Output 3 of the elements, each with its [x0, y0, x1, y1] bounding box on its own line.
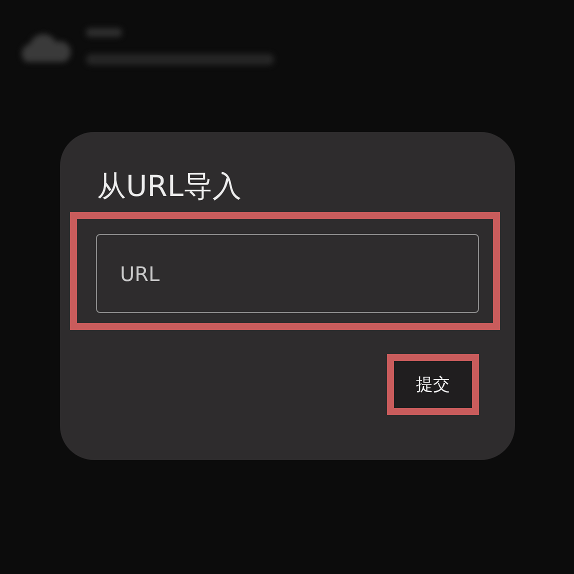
url-input-field[interactable]: URL [96, 234, 479, 313]
submit-button[interactable]: 提交 [394, 361, 472, 408]
dialog-title: 从URL导入 [97, 168, 243, 205]
